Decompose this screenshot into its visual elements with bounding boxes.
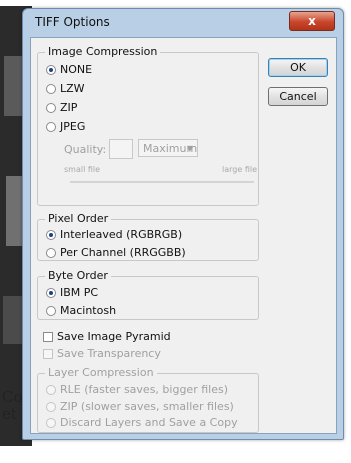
radio-icon[interactable] bbox=[46, 84, 56, 94]
radio-icon[interactable] bbox=[46, 103, 56, 113]
title-bar[interactable]: TIFF Options x bbox=[23, 9, 343, 35]
option-label: RLE (faster saves, bigger files) bbox=[60, 383, 228, 396]
dialog-body: Image Compression NONE LZW ZIP JPEG Qual… bbox=[30, 37, 337, 434]
byte-order-option-macintosh[interactable]: Macintosh bbox=[46, 304, 116, 318]
pixel-order-group: Pixel Order Interleaved (RGBRGB) Per Cha… bbox=[37, 212, 259, 261]
checkbox-label: Save Image Pyramid bbox=[57, 330, 171, 343]
compression-option-jpeg[interactable]: JPEG bbox=[46, 120, 85, 134]
radio-icon bbox=[46, 385, 56, 395]
byte-order-group: Byte Order IBM PC Macintosh bbox=[37, 269, 259, 320]
layer-compression-group: Layer Compression RLE (faster saves, big… bbox=[37, 366, 259, 433]
byte-order-option-ibm-pc[interactable]: IBM PC bbox=[46, 286, 98, 300]
group-label: Layer Compression bbox=[45, 366, 157, 379]
compression-option-lzw[interactable]: LZW bbox=[46, 82, 85, 96]
chevron-down-icon: ▼ bbox=[186, 144, 193, 153]
checkbox-icon bbox=[43, 349, 53, 359]
background-text: et bbox=[2, 405, 17, 423]
pixel-order-option-per-channel[interactable]: Per Channel (RRGGBB) bbox=[46, 246, 186, 260]
radio-icon[interactable] bbox=[46, 306, 56, 316]
option-label: Discard Layers and Save a Copy bbox=[60, 416, 238, 429]
close-button[interactable]: x bbox=[289, 11, 335, 31]
radio-icon[interactable] bbox=[46, 248, 56, 258]
background-margin bbox=[0, 446, 351, 463]
option-label: NONE bbox=[60, 63, 93, 76]
layer-compression-option-rle: RLE (faster saves, bigger files) bbox=[46, 383, 228, 397]
save-image-pyramid-checkbox[interactable]: Save Image Pyramid bbox=[43, 330, 171, 344]
option-label: LZW bbox=[60, 82, 85, 95]
option-label: ZIP (slower saves, smaller files) bbox=[60, 400, 234, 413]
save-transparency-checkbox: Save Transparency bbox=[43, 347, 161, 361]
radio-selected-icon[interactable] bbox=[46, 230, 56, 240]
option-label: IBM PC bbox=[60, 286, 99, 299]
dialog-title: TIFF Options bbox=[35, 15, 110, 29]
layer-compression-option-discard: Discard Layers and Save a Copy bbox=[46, 416, 238, 430]
close-icon: x bbox=[308, 14, 316, 28]
compression-option-zip[interactable]: ZIP bbox=[46, 101, 77, 115]
tiff-options-dialog: TIFF Options x Image Compression NONE LZ… bbox=[22, 8, 344, 440]
option-label: Interleaved (RGBRGB) bbox=[60, 228, 183, 241]
scale-small-label: small file bbox=[64, 165, 101, 174]
quality-slider-track[interactable] bbox=[70, 181, 254, 183]
layer-compression-option-zip: ZIP (slower saves, smaller files) bbox=[46, 400, 234, 414]
background-text: Co bbox=[2, 388, 23, 406]
group-label: Image Compression bbox=[45, 45, 161, 58]
quality-label: Quality: bbox=[64, 143, 107, 156]
image-compression-group: Image Compression NONE LZW ZIP JPEG Qual… bbox=[37, 45, 259, 206]
pixel-order-option-interleaved[interactable]: Interleaved (RGBRGB) bbox=[46, 228, 182, 242]
compression-option-none[interactable]: NONE bbox=[46, 63, 92, 77]
ok-button[interactable]: OK bbox=[268, 58, 328, 77]
cancel-button[interactable]: Cancel bbox=[268, 87, 328, 106]
option-label: JPEG bbox=[60, 120, 86, 133]
radio-icon bbox=[46, 402, 56, 412]
group-label: Byte Order bbox=[45, 269, 111, 282]
quality-input[interactable] bbox=[109, 139, 133, 159]
option-label: Macintosh bbox=[60, 304, 117, 317]
scale-large-label: large file bbox=[222, 165, 257, 174]
checkbox-icon[interactable] bbox=[43, 332, 53, 342]
radio-selected-icon[interactable] bbox=[46, 288, 56, 298]
checkbox-label: Save Transparency bbox=[57, 347, 161, 360]
radio-icon[interactable] bbox=[46, 122, 56, 132]
quality-preset-select[interactable]: Maximum ▼ bbox=[138, 139, 198, 157]
option-label: Per Channel (RRGGBB) bbox=[60, 246, 186, 259]
radio-icon bbox=[46, 418, 56, 428]
group-label: Pixel Order bbox=[45, 212, 112, 225]
radio-selected-icon[interactable] bbox=[46, 65, 56, 75]
option-label: ZIP bbox=[60, 101, 78, 114]
